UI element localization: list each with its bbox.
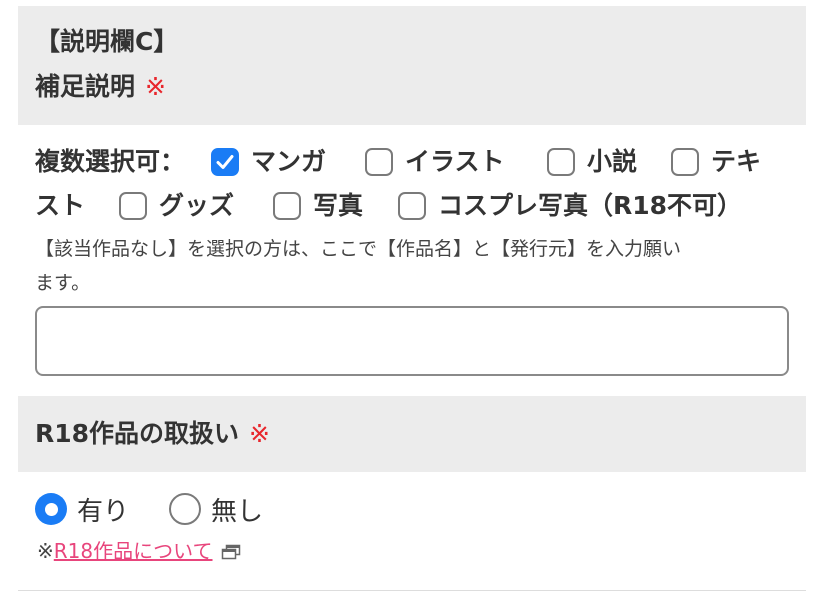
required-mark: ※ bbox=[145, 72, 166, 101]
checkbox-manga[interactable]: マンガ bbox=[211, 144, 326, 180]
checkbox-label: 写真 bbox=[313, 191, 364, 220]
instruction-note: 【該当作品なし】を選択の方は、ここで【作品名】と【発行元】を入力願い ます。 bbox=[35, 232, 795, 300]
radio-r18-no[interactable]: 無し bbox=[169, 490, 263, 528]
checkbox-unchecked-icon[interactable] bbox=[273, 192, 301, 220]
checkbox-label: コスプレ写真（R18不可） bbox=[438, 191, 743, 220]
checkbox-label: イラスト bbox=[405, 147, 505, 176]
radio-label: 有り bbox=[77, 496, 130, 527]
multi-select-label: 複数選択可： bbox=[35, 147, 186, 176]
note-prefix: ※ bbox=[37, 539, 54, 563]
checkbox-text[interactable]: テキ bbox=[671, 144, 761, 180]
checkbox-unchecked-icon[interactable] bbox=[547, 148, 575, 176]
checkbox-label: テキ bbox=[711, 147, 762, 176]
checkbox-goods[interactable]: グッズ bbox=[119, 188, 234, 224]
r18-info-note: ※R18作品について bbox=[37, 536, 241, 568]
checkbox-label: グッズ bbox=[159, 191, 235, 220]
checkbox-novel[interactable]: 小説 bbox=[547, 144, 637, 180]
radio-r18-yes[interactable]: 有り bbox=[35, 490, 129, 528]
section-c-title: 【説明欄C】 bbox=[35, 27, 179, 56]
wrapped-label-text: スト bbox=[35, 191, 86, 220]
checkbox-illust[interactable]: イラスト bbox=[365, 144, 505, 180]
radio-unselected-icon[interactable] bbox=[169, 493, 201, 525]
checkbox-checked-icon[interactable] bbox=[211, 148, 239, 176]
checkbox-unchecked-icon[interactable] bbox=[365, 148, 393, 176]
note-line-2: ます。 bbox=[35, 272, 91, 294]
section-r18-title-line: R18作品の取扱い ※ bbox=[35, 419, 270, 449]
checkbox-unchecked-icon[interactable] bbox=[119, 192, 147, 220]
section-c-header bbox=[18, 6, 806, 125]
checkbox-cosplay-photo[interactable]: コスプレ写真（R18不可） bbox=[398, 188, 742, 224]
checkbox-unchecked-icon[interactable] bbox=[671, 148, 699, 176]
radio-label: 無し bbox=[211, 496, 264, 527]
external-window-icon[interactable] bbox=[221, 538, 241, 568]
required-mark: ※ bbox=[249, 419, 270, 448]
checkbox-photo[interactable]: 写真 bbox=[273, 188, 363, 224]
note-line-1: 【該当作品なし】を選択の方は、ここで【作品名】と【発行元】を入力願い bbox=[35, 238, 682, 260]
radio-selected-icon[interactable] bbox=[35, 493, 67, 525]
category-row-2: スト グッズ 写真 コスプレ写真（R18不可） bbox=[35, 188, 795, 224]
checkbox-label: 小説 bbox=[587, 147, 638, 176]
r18-info-link[interactable]: R18作品について bbox=[54, 539, 213, 563]
section-r18-title: R18作品の取扱い bbox=[35, 419, 240, 448]
divider bbox=[18, 590, 806, 591]
category-row-1: 複数選択可： マンガ イラスト 小説 テキ bbox=[35, 144, 795, 180]
work-name-input[interactable] bbox=[35, 306, 789, 376]
checkbox-label: マンガ bbox=[251, 147, 327, 176]
section-c-subtitle: 補足説明 bbox=[35, 72, 136, 101]
checkbox-unchecked-icon[interactable] bbox=[398, 192, 426, 220]
section-c-subtitle-line: 補足説明 ※ bbox=[35, 72, 166, 102]
